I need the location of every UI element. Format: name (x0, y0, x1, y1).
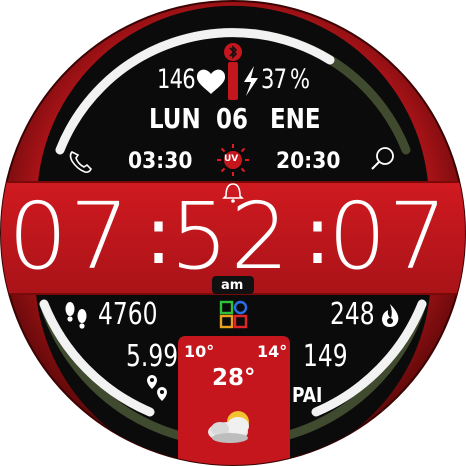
clock-seconds: 07 (328, 183, 450, 290)
clock-colon-1: : (145, 189, 172, 282)
clock-hours: 07 (8, 183, 132, 290)
temp-high: 14° (257, 342, 288, 361)
clock-colon-2: : (304, 189, 331, 282)
steps-value: 4760 (98, 297, 158, 332)
calories-value: 248 (330, 297, 375, 332)
uv-label[interactable]: UV (224, 155, 238, 164)
ampm-label: am (221, 278, 244, 293)
temp-current: 28° (212, 365, 256, 391)
pai-value: 149 (303, 339, 348, 374)
pai-label: PAI (292, 383, 323, 407)
heart-rate-value: 146 (157, 64, 196, 95)
date-weekday: LUN (149, 102, 201, 135)
date-month: ENE (270, 102, 321, 135)
bluetooth-icon (224, 43, 242, 61)
distance-value: 5.99 (126, 339, 179, 374)
date-day: 06 (216, 102, 248, 135)
sunset-time[interactable]: 20:30 (276, 151, 340, 173)
clock-minutes: 52 (170, 183, 292, 290)
temp-low: 10° (184, 342, 215, 361)
sunrise-time[interactable]: 03:30 (128, 151, 192, 173)
battery-unit: % (290, 64, 311, 95)
battery-percent-value: 37 (261, 64, 287, 95)
